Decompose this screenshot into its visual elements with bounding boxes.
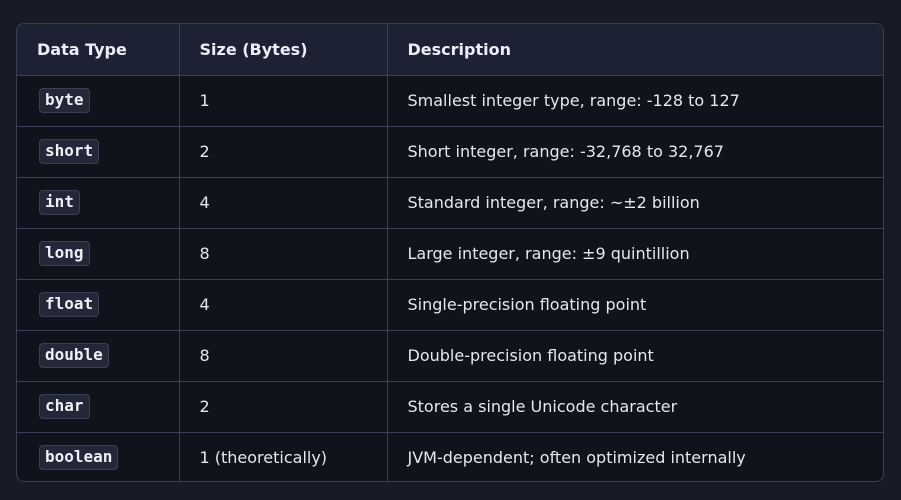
table-row: double 8 Double-precision floating point bbox=[17, 330, 883, 382]
type-code: short bbox=[39, 139, 100, 164]
size-cell: 2 bbox=[179, 126, 388, 178]
data-types-table-container: Data Type Size (Bytes) Description byte … bbox=[16, 23, 884, 482]
description-cell: JVM-dependent; often optimized internall… bbox=[407, 448, 746, 468]
type-code: byte bbox=[39, 88, 90, 113]
description-cell: Single-precision floating point bbox=[387, 279, 883, 331]
size-cell: 4 bbox=[179, 279, 388, 331]
type-code: boolean bbox=[39, 445, 119, 471]
table-row: boolean 1 (theoretically) JVM-dependent;… bbox=[17, 432, 883, 481]
header-data-type: Data Type bbox=[17, 24, 180, 76]
table-row: long 8 Large integer, range: ±9 quintill… bbox=[17, 228, 883, 280]
type-code: long bbox=[39, 241, 90, 266]
table-row: char 2 Stores a single Unicode character bbox=[17, 381, 883, 433]
size-cell: 8 bbox=[179, 228, 388, 280]
type-cell: float bbox=[17, 279, 180, 331]
description-cell: Large integer, range: ±9 quintillion bbox=[387, 228, 883, 280]
description-cell: Standard integer, range: ~±2 billion bbox=[387, 177, 883, 229]
table-body: byte 1 Smallest integer type, range: -12… bbox=[17, 75, 883, 481]
table-row: short 2 Short integer, range: -32,768 to… bbox=[17, 126, 883, 178]
table-header: Data Type Size (Bytes) Description bbox=[17, 24, 883, 76]
table-row: byte 1 Smallest integer type, range: -12… bbox=[17, 75, 883, 127]
table-row: float 4 Single-precision floating point bbox=[17, 279, 883, 331]
data-types-table: Data Type Size (Bytes) Description byte … bbox=[17, 24, 883, 481]
type-code: int bbox=[39, 190, 80, 215]
header-size: Size (Bytes) bbox=[179, 24, 388, 76]
size-cell: 4 bbox=[179, 177, 388, 229]
description-cell: Short integer, range: -32,768 to 32,767 bbox=[387, 126, 883, 178]
type-cell: char bbox=[17, 381, 180, 433]
type-cell: double bbox=[17, 330, 180, 382]
size-cell: 1 (theoretically) bbox=[179, 432, 388, 481]
type-code: char bbox=[39, 394, 90, 419]
description-cell: Stores a single Unicode character bbox=[387, 381, 883, 433]
size-cell: 1 bbox=[179, 75, 388, 127]
type-cell: short bbox=[17, 126, 180, 178]
size-cell: 2 bbox=[179, 381, 388, 433]
type-cell: byte bbox=[17, 75, 180, 127]
type-cell: int bbox=[17, 177, 180, 229]
type-code: float bbox=[39, 292, 100, 317]
type-cell: boolean bbox=[17, 432, 180, 481]
type-cell: long bbox=[17, 228, 180, 280]
table-row: int 4 Standard integer, range: ~±2 billi… bbox=[17, 177, 883, 229]
description-cell: Smallest integer type, range: -128 to 12… bbox=[387, 75, 883, 127]
header-row: Data Type Size (Bytes) Description bbox=[17, 24, 883, 76]
header-description: Description bbox=[387, 24, 883, 76]
type-code: double bbox=[39, 343, 109, 368]
description-cell: Double-precision floating point bbox=[387, 330, 883, 382]
size-cell: 8 bbox=[179, 330, 388, 382]
